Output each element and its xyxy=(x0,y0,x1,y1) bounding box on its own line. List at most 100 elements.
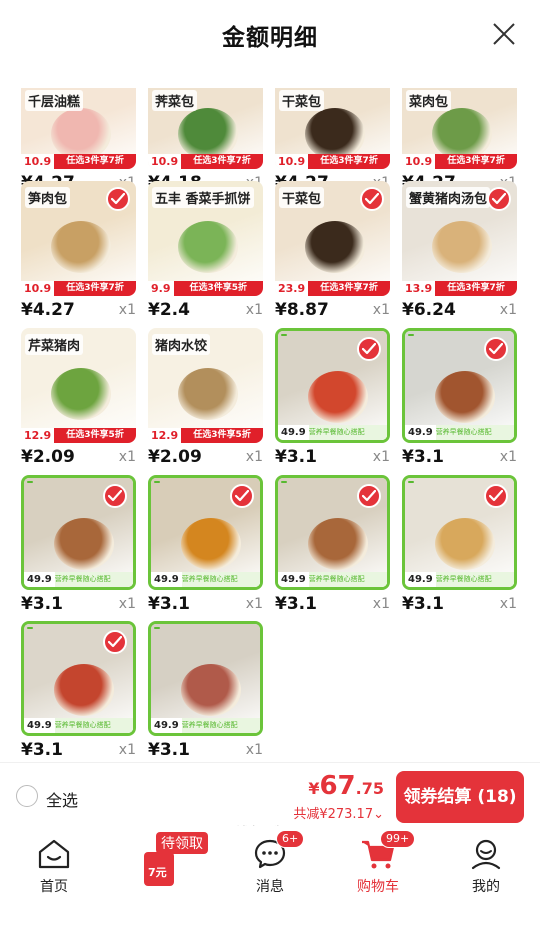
cart-item[interactable]: 49.9 营养早餐随心搭配 ¥3.1 x1 xyxy=(402,328,517,473)
food-illustration xyxy=(305,221,365,273)
select-all-label[interactable]: 全选 xyxy=(46,787,78,811)
checkmark-icon[interactable] xyxy=(484,484,508,508)
food-illustration xyxy=(54,664,114,716)
product-thumbnail[interactable]: 笋肉包 10.9 任选3件享7折 xyxy=(21,181,136,296)
product-thumbnail[interactable]: 千层油糕 10.9 任选3件享7折 xyxy=(21,88,136,169)
tab-messages-label: 消息 xyxy=(256,879,284,895)
promo-text: 营养早餐随心搭配 xyxy=(308,572,387,587)
product-label: 菜肉包 xyxy=(406,90,452,111)
food-illustration xyxy=(181,518,241,570)
item-quantity: x1 xyxy=(245,596,263,612)
thumb-price: 12.9 xyxy=(21,428,55,443)
product-thumbnail[interactable]: 荠菜包 10.9 任选3件享7折 xyxy=(148,88,263,169)
cart-item[interactable]: 49.9 营养早餐随心搭配 ¥3.1 x1 xyxy=(402,475,517,620)
cart-item[interactable]: 猪肉水饺 12.9 任选3件享5折 ¥2.09 x1 xyxy=(148,328,263,473)
food-illustration xyxy=(432,221,492,273)
tab-me-label: 我的 xyxy=(472,879,500,895)
cart-item[interactable]: 干菜包 23.9 任选3件享7折 ¥8.87 x1 xyxy=(275,181,390,326)
tab-home[interactable]: 首页 xyxy=(14,836,94,896)
cart-item[interactable]: 荠菜包10.9任选3件享7折¥4.18x1 xyxy=(148,54,263,199)
cart-item[interactable]: 干菜包10.9任选3件享7折¥4.27x1 xyxy=(275,54,390,199)
product-label: 荠菜包 xyxy=(152,90,198,111)
thumb-price: 23.9 xyxy=(275,281,309,296)
promo-band: 9.9 任选3件享5折 xyxy=(148,281,263,296)
product-thumbnail[interactable]: 干菜包 23.9 任选3件享7折 xyxy=(275,181,390,296)
food-illustration xyxy=(308,518,368,570)
cart-item[interactable]: 笋肉包 10.9 任选3件享7折 ¥4.27 x1 xyxy=(21,181,136,326)
cart-item[interactable]: 蟹黄猪肉汤包 13.9 任选3件享7折 ¥6.24 x1 xyxy=(402,181,517,326)
promo-band: 49.9 营养早餐随心搭配 xyxy=(151,572,260,587)
cart-item[interactable]: 芹菜猪肉 12.9 任选3件享5折 ¥2.09 x1 xyxy=(21,328,136,473)
checkmark-icon[interactable] xyxy=(360,187,384,211)
promo-text: 任选3件享7折 xyxy=(54,154,136,169)
checkmark-icon[interactable] xyxy=(484,337,508,361)
cart-item[interactable]: 五丰 香菜手抓饼 9.9 任选3件享5折 ¥2.4 x1 xyxy=(148,181,263,326)
product-thumbnail[interactable]: 蟹黄猪肉汤包 13.9 任选3件享7折 xyxy=(402,181,517,296)
cart-item[interactable]: 菜肉包10.9任选3件享7折¥4.27x1 xyxy=(402,54,517,199)
close-icon[interactable] xyxy=(490,20,518,48)
promo-text: 任选3件享5折 xyxy=(54,428,136,443)
product-thumbnail[interactable]: 49.9 营养早餐随心搭配 xyxy=(21,475,136,590)
thumb-price: 10.9 xyxy=(148,154,182,169)
checkmark-icon[interactable] xyxy=(487,187,511,211)
select-all-radio[interactable] xyxy=(16,785,38,807)
food-illustration xyxy=(178,108,238,160)
checkmark-icon[interactable] xyxy=(230,484,254,508)
product-thumbnail[interactable]: 49.9 营养早餐随心搭配 xyxy=(21,621,136,736)
promo-text: 任选3件享7折 xyxy=(54,281,136,296)
product-thumbnail[interactable]: 干菜包 10.9 任选3件享7折 xyxy=(275,88,390,169)
red-envelope-icon: 7元 xyxy=(144,852,174,886)
cart-item[interactable]: 千层油糕10.9任选3件享7折¥4.27x1 xyxy=(21,54,136,199)
product-label: 千层油糕 xyxy=(25,90,84,111)
checkmark-icon[interactable] xyxy=(103,630,127,654)
product-thumbnail[interactable]: 菜肉包 10.9 任选3件享7折 xyxy=(402,88,517,169)
cart-item[interactable]: 49.9 营养早餐随心搭配 ¥3.1 x1 xyxy=(21,621,136,766)
coupon-promo[interactable]: 7元 待领取 xyxy=(136,828,208,886)
thumb-price: 10.9 xyxy=(21,281,55,296)
checkmark-icon[interactable] xyxy=(103,484,127,508)
product-thumbnail[interactable]: 49.9 营养早餐随心搭配 xyxy=(148,475,263,590)
product-thumbnail[interactable]: 49.9 营养早餐随心搭配 xyxy=(402,475,517,590)
item-price: ¥4.27 xyxy=(21,300,75,320)
product-thumbnail[interactable]: 芹菜猪肉 12.9 任选3件享5折 xyxy=(21,328,136,443)
promo-text: 营养早餐随心搭配 xyxy=(308,425,387,440)
cart-item[interactable]: 49.9 营养早餐随心搭配 ¥3.1 x1 xyxy=(148,475,263,620)
food-illustration xyxy=(51,221,111,273)
item-quantity: x1 xyxy=(372,449,390,465)
tab-messages[interactable]: 6+ 消息 xyxy=(230,830,310,896)
item-quantity: x1 xyxy=(499,302,517,318)
checkmark-icon[interactable] xyxy=(106,187,130,211)
product-thumbnail[interactable]: 五丰 香菜手抓饼 9.9 任选3件享5折 xyxy=(148,181,263,296)
brand-badge xyxy=(27,627,33,629)
item-quantity: x1 xyxy=(118,302,136,318)
item-quantity: x1 xyxy=(245,302,263,318)
product-thumbnail[interactable]: 49.9 营养早餐随心搭配 xyxy=(275,475,390,590)
tab-me[interactable]: 我的 xyxy=(446,836,526,896)
product-thumbnail[interactable]: 49.9 营养早餐随心搭配 xyxy=(148,621,263,736)
promo-band: 10.9 任选3件享7折 xyxy=(21,281,136,296)
item-price: ¥3.1 xyxy=(275,447,317,467)
cart-item[interactable]: 49.9 营养早餐随心搭配 ¥3.1 x1 xyxy=(21,475,136,620)
user-icon xyxy=(471,839,501,870)
promo-text: 营养早餐随心搭配 xyxy=(54,718,133,733)
checkout-bar: 全选 ¥67.75 共减¥273.17⌄ 领券结算 (18) xyxy=(0,762,540,826)
cart-item[interactable]: 49.9 营养早餐随心搭配 ¥3.1 x1 xyxy=(275,328,390,473)
product-label: 五丰 香菜手抓饼 xyxy=(152,187,254,208)
cart-item[interactable]: 49.9 营养早餐随心搭配 ¥3.1 x1 xyxy=(148,621,263,766)
product-thumbnail[interactable]: 49.9 营养早餐随心搭配 xyxy=(402,328,517,443)
thumb-price: 12.9 xyxy=(148,428,182,443)
product-thumbnail[interactable]: 猪肉水饺 12.9 任选3件享5折 xyxy=(148,328,263,443)
tab-cart[interactable]: 99+ 购物车 xyxy=(338,830,418,896)
checkmark-icon[interactable] xyxy=(357,337,381,361)
promo-band: 49.9 营养早餐随心搭配 xyxy=(151,718,260,733)
checkmark-icon[interactable] xyxy=(357,484,381,508)
promo-tag: 待领取 xyxy=(156,832,208,854)
cart-item[interactable]: 49.9 营养早餐随心搭配 ¥3.1 x1 xyxy=(275,475,390,620)
checkout-button[interactable]: 领券结算 (18) xyxy=(396,771,524,823)
product-label: 猪肉水饺 xyxy=(152,334,211,355)
product-thumbnail[interactable]: 49.9 营养早餐随心搭配 xyxy=(275,328,390,443)
food-illustration xyxy=(308,371,368,423)
promo-band: 13.9 任选3件享7折 xyxy=(402,281,517,296)
promo-band: 49.9 营养早餐随心搭配 xyxy=(278,425,387,440)
amount-decimal: .75 xyxy=(355,779,384,798)
